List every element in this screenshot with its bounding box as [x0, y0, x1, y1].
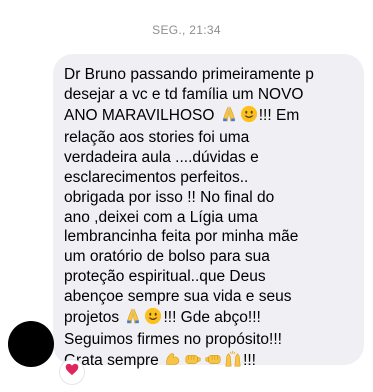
flexed-biceps-icon	[164, 350, 182, 374]
message-line: verdadeira aula ....dúvidas e	[64, 149, 259, 167]
message-line: projetos !!! Gde abço!!!	[64, 307, 354, 331]
smiling-face-icon	[144, 307, 162, 331]
message-line: esclarecimentos perfeitos..	[64, 168, 249, 186]
message-line: ano ,deixei com a Lígia uma	[64, 208, 258, 226]
message-line: relação aos stories foi uma	[64, 129, 250, 147]
message-line: abençoe sempre sua vida e seus	[64, 287, 292, 305]
message-line-text: projetos	[64, 308, 124, 326]
message-line: proteção espiritual..que Deus	[64, 267, 266, 285]
message-bubble[interactable]: Dr Bruno passando primeiramente p deseja…	[53, 54, 364, 369]
message-line-text: ANO MARAVILHOSO	[64, 106, 219, 124]
raising-hands-icon	[224, 350, 242, 374]
fist-bump-icon	[184, 350, 202, 374]
message-line: ANO MARAVILHOSO !!! Em	[64, 105, 354, 129]
message-line: Grata sempre !!!	[64, 350, 354, 374]
folded-hands-icon	[124, 307, 142, 331]
avatar[interactable]	[8, 321, 54, 367]
message-line: Seguimos firmes no propósito!!!	[64, 331, 282, 349]
message-line-text: !!! Em	[258, 106, 300, 124]
message-timestamp: SEG., 21:34	[152, 23, 221, 37]
fist-bump-icon	[204, 350, 222, 374]
message-line: Dr Bruno passando primeiramente p	[64, 66, 314, 83]
folded-hands-icon	[220, 105, 238, 129]
message-line-text: !!! Gde abço!!!	[163, 308, 261, 326]
message-line: lembrancinha feita por minha mãe	[64, 228, 299, 246]
smiling-face-icon	[240, 105, 258, 129]
message-line: desejar a vc e td família um NOVO	[64, 85, 304, 103]
red-heart-icon	[65, 363, 79, 381]
message-line: um oratório de bolso para sua	[64, 248, 270, 266]
message-line: obrigada por isso !! No final do	[64, 188, 275, 206]
message-line-text: !!!	[243, 352, 256, 370]
reaction-badge[interactable]	[60, 360, 84, 384]
